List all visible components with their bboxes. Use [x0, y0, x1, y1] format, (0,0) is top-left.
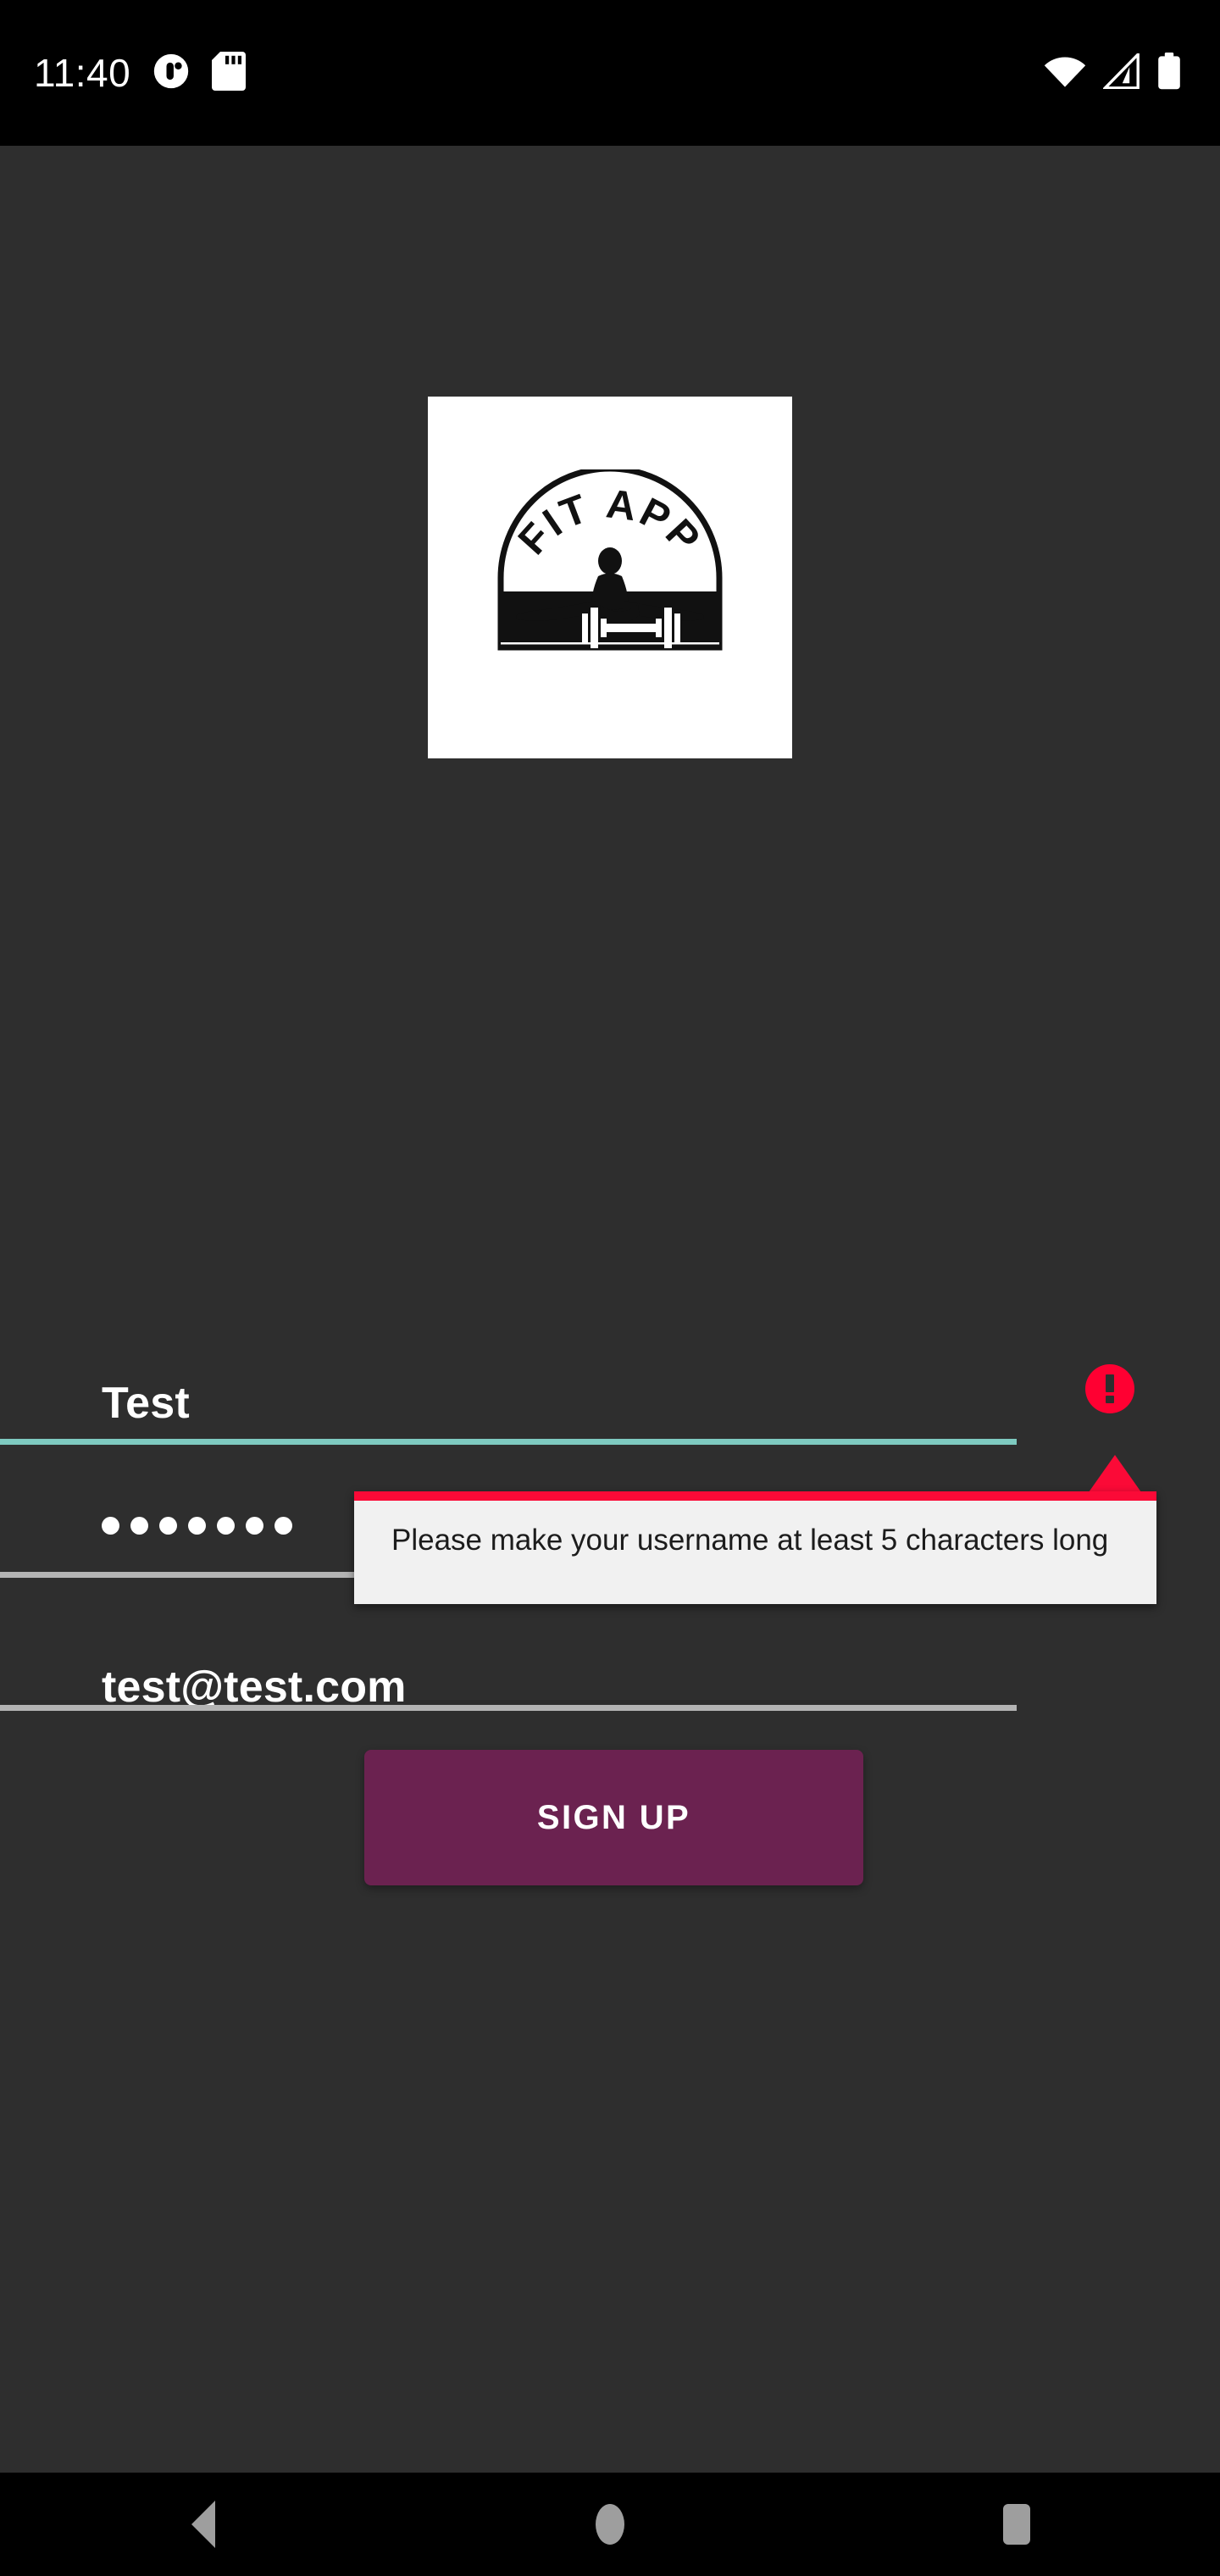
sign-up-button[interactable]: SIGN UP: [364, 1750, 863, 1885]
password-dot: [217, 1517, 235, 1535]
password-dot: [130, 1517, 148, 1535]
app-screen: 11:40 FIT APP Test test@test.com SIGN UP…: [0, 0, 1220, 2576]
password-dot: [102, 1517, 119, 1535]
username-underline: [0, 1439, 1017, 1445]
password-dot: [188, 1517, 206, 1535]
email-underline: [0, 1705, 1017, 1711]
username-input[interactable]: Test: [102, 1381, 190, 1425]
exclamation-glyph: [1106, 1374, 1114, 1403]
signup-form: Test test@test.com SIGN UP Please make y…: [0, 0, 1220, 2576]
nav-home-button[interactable]: [542, 2473, 678, 2576]
username-field[interactable]: Test: [102, 1381, 1118, 1447]
error-icon[interactable]: [1085, 1364, 1134, 1413]
error-tooltip: Please make your username at least 5 cha…: [354, 1491, 1156, 1604]
password-dot: [246, 1517, 263, 1535]
android-navigation-bar: [0, 2473, 1220, 2576]
password-dot: [274, 1517, 292, 1535]
password-dot: [159, 1517, 177, 1535]
email-input[interactable]: test@test.com: [102, 1665, 1118, 1709]
home-circle-icon: [596, 2504, 624, 2545]
nav-back-button[interactable]: [136, 2473, 271, 2576]
back-triangle-icon: [191, 2501, 215, 2548]
error-tooltip-text: Please make your username at least 5 cha…: [391, 1524, 1109, 1557]
email-field[interactable]: test@test.com: [102, 1665, 1118, 1724]
nav-recents-button[interactable]: [949, 2473, 1084, 2576]
recents-square-icon: [1003, 2504, 1030, 2545]
tooltip-arrow: [1089, 1455, 1141, 1492]
